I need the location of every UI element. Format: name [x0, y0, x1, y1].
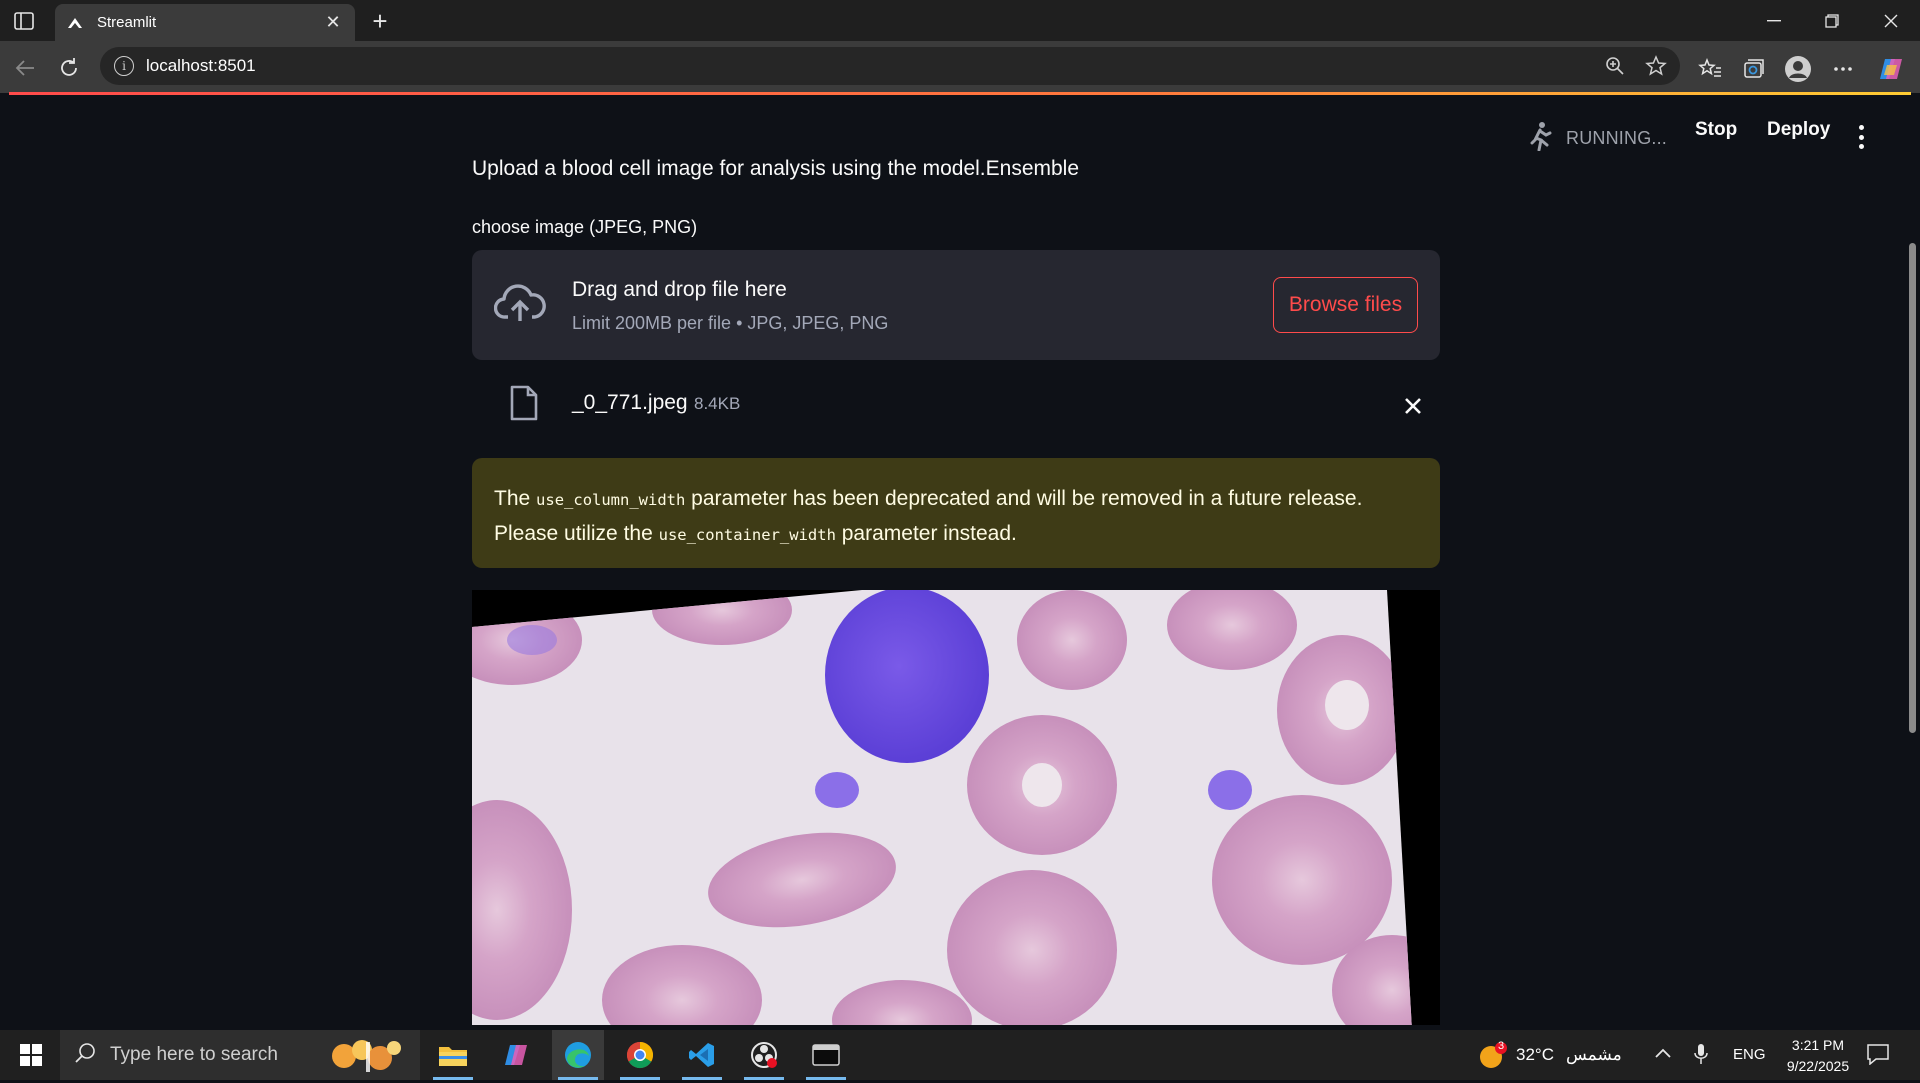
tab-title: Streamlit: [97, 14, 157, 31]
deprecation-warning: The use_column_width parameter has been …: [472, 458, 1440, 568]
copilot-app-icon[interactable]: [490, 1030, 542, 1080]
blood-cell-image: [472, 590, 1440, 1025]
minimize-icon[interactable]: [1745, 0, 1803, 41]
file-name: _0_771.jpeg: [572, 391, 688, 414]
warning-code-1: use_column_width: [536, 491, 686, 509]
page-scrollbar[interactable]: [1909, 243, 1916, 733]
file-dropzone[interactable]: Drag and drop file here Limit 200MB per …: [472, 250, 1440, 360]
restore-icon[interactable]: [1803, 0, 1861, 41]
language-indicator[interactable]: ENG: [1733, 1046, 1766, 1063]
dropzone-title: Drag and drop file here: [572, 278, 787, 301]
favorite-star-icon[interactable]: [1642, 52, 1670, 80]
running-person-icon: [1528, 121, 1552, 156]
copilot-icon[interactable]: [1874, 52, 1908, 86]
obs-recorder-icon[interactable]: [738, 1030, 790, 1080]
weather-description: مشمس: [1566, 1045, 1622, 1064]
windows-taskbar: Type here to search 3 32°C مشمس ENG 3:21…: [0, 1030, 1920, 1080]
uploader-label: choose image (JPEG, PNG): [472, 217, 698, 237]
stop-button[interactable]: Stop: [1695, 119, 1737, 141]
streamlit-app: RUNNING... Stop Deploy Upload a blood ce…: [5, 95, 1916, 1025]
file-size: 8.4KB: [694, 394, 741, 413]
close-window-icon[interactable]: [1862, 0, 1920, 41]
site-info-icon[interactable]: i: [114, 56, 134, 76]
app-header: RUNNING... Stop Deploy: [5, 95, 1916, 165]
collections-icon[interactable]: [1737, 52, 1771, 86]
notifications-icon[interactable]: [1866, 1043, 1890, 1070]
browser-address-bar: i localhost:8501: [0, 41, 1920, 93]
tab-actions-icon[interactable]: [10, 8, 38, 34]
taskbar-clock[interactable]: 3:21 PM 9/22/2025: [1768, 1035, 1868, 1077]
zoom-icon[interactable]: [1601, 52, 1629, 80]
warning-text-3: parameter instead.: [835, 522, 1017, 545]
search-placeholder: Type here to search: [110, 1044, 278, 1065]
streamlit-favicon-icon: [67, 15, 83, 31]
weather-temp: 32°C: [1516, 1045, 1554, 1064]
microphone-icon[interactable]: [1694, 1043, 1708, 1070]
new-tab-icon[interactable]: +: [364, 6, 396, 36]
running-label: RUNNING...: [1566, 128, 1667, 148]
intro-text: Upload a blood cell image for analysis u…: [472, 157, 1080, 180]
search-highlight-icon[interactable]: [322, 1034, 412, 1083]
browse-files-button[interactable]: Browse files: [1273, 277, 1418, 333]
show-hidden-icons-icon[interactable]: [1654, 1046, 1672, 1064]
clock-date: 9/22/2025: [1786, 1058, 1850, 1074]
edge-browser-icon[interactable]: [552, 1030, 604, 1080]
refresh-icon[interactable]: [52, 51, 86, 85]
search-icon: [74, 1042, 96, 1069]
browser-tab-bar: Streamlit ✕ +: [0, 0, 1920, 41]
windows-start-icon[interactable]: [10, 1039, 52, 1071]
cloud-upload-icon: [493, 283, 546, 325]
url-text: localhost:8501: [146, 56, 256, 75]
warning-code-2: use_container_width: [658, 526, 836, 544]
back-arrow-icon[interactable]: [8, 51, 42, 85]
main-menu-icon[interactable]: [1856, 125, 1866, 149]
close-tab-icon[interactable]: ✕: [323, 12, 343, 33]
clock-time: 3:21 PM: [1791, 1037, 1845, 1053]
file-icon: [510, 385, 538, 421]
weather-badge: 3: [1498, 1040, 1505, 1052]
url-field[interactable]: i localhost:8501: [100, 47, 1680, 85]
vscode-icon[interactable]: [676, 1030, 728, 1080]
more-options-icon[interactable]: [1826, 52, 1860, 86]
terminal-icon[interactable]: [800, 1030, 852, 1080]
uploaded-file-row: _0_771.jpeg 8.4KB: [472, 375, 1440, 435]
chrome-icon[interactable]: [614, 1030, 666, 1080]
favorites-icon[interactable]: [1693, 52, 1727, 86]
browser-tab[interactable]: Streamlit ✕: [55, 4, 355, 41]
dropzone-limit: Limit 200MB per file • JPG, JPEG, PNG: [572, 313, 889, 333]
remove-file-icon[interactable]: [1402, 395, 1424, 417]
taskbar-search[interactable]: Type here to search: [60, 1030, 420, 1080]
deploy-button[interactable]: Deploy: [1767, 119, 1830, 141]
file-explorer-icon[interactable]: [427, 1030, 479, 1080]
running-status: RUNNING...: [1528, 121, 1667, 156]
warning-text-1: The: [494, 487, 537, 510]
profile-avatar-icon[interactable]: [1781, 52, 1815, 86]
